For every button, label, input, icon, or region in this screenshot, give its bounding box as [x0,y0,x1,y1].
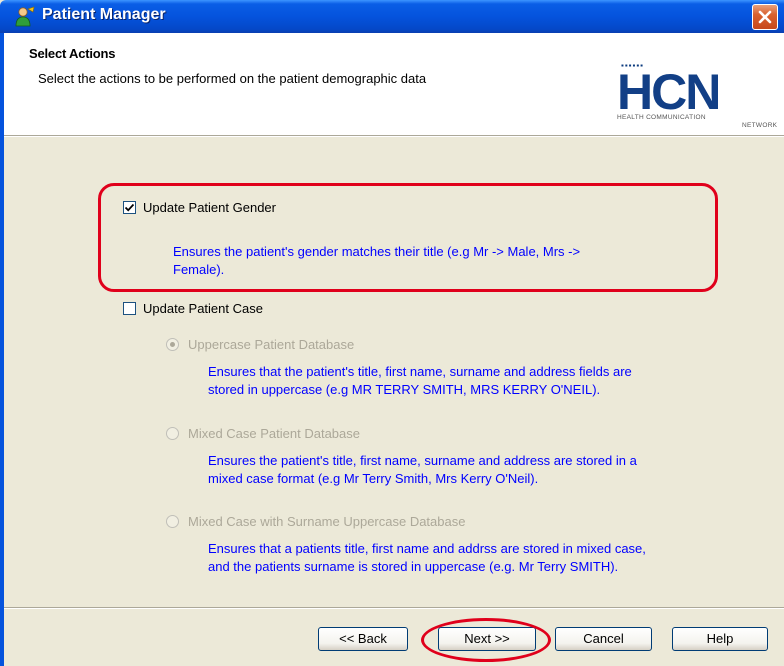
radio-selected-dot [170,342,175,347]
mixed-surname-upper-label[interactable]: Mixed Case with Surname Uppercase Databa… [188,514,465,529]
uppercase-label[interactable]: Uppercase Patient Database [188,337,354,352]
title-bar[interactable]: Patient Manager [0,0,784,33]
mixed-surname-upper-radio[interactable] [166,515,179,528]
window-title: Patient Manager [42,6,166,23]
next-button-highlight [421,618,551,662]
mixed-surname-upper-desc-line2: and the patients surname is stored in up… [208,559,619,574]
cancel-button[interactable]: Cancel [555,627,652,651]
back-button[interactable]: << Back [318,627,408,651]
mixed-case-radio[interactable] [166,427,179,440]
mixed-case-desc-line1: Ensures the patient's title, first name,… [208,453,637,468]
update-case-label[interactable]: Update Patient Case [143,301,263,316]
footer-divider [4,607,784,609]
logo-tagline-2: NETWORK [742,122,778,129]
page-title: Select Actions [29,46,116,61]
close-icon [758,10,772,24]
uppercase-radio[interactable] [166,338,179,351]
mixed-case-label[interactable]: Mixed Case Patient Database [188,426,360,441]
header-divider [4,135,784,137]
patient-manager-icon [15,6,35,27]
hcn-logo: ▪▪▪▪▪▪ HCN HEALTH COMMUNICATION NETWORK [617,61,784,129]
logo-tagline-1: HEALTH COMMUNICATION [617,114,706,121]
gender-option-highlight [98,183,718,292]
page-subtitle: Select the actions to be performed on th… [38,71,427,86]
logo-mark: HCN [617,64,721,120]
close-button[interactable] [752,4,778,30]
uppercase-desc-line1: Ensures that the patient's title, first … [208,364,632,379]
mixed-case-desc-line2: mixed case format (e.g Mr Terry Smith, M… [208,471,539,486]
update-case-checkbox[interactable] [123,302,136,315]
patient-manager-window: Patient Manager Select Actions Select th… [0,0,784,666]
help-button[interactable]: Help [672,627,768,651]
mixed-surname-upper-desc-line1: Ensures that a patients title, first nam… [208,541,646,556]
uppercase-desc-line2: stored in uppercase (e.g MR TERRY SMITH,… [208,382,601,397]
